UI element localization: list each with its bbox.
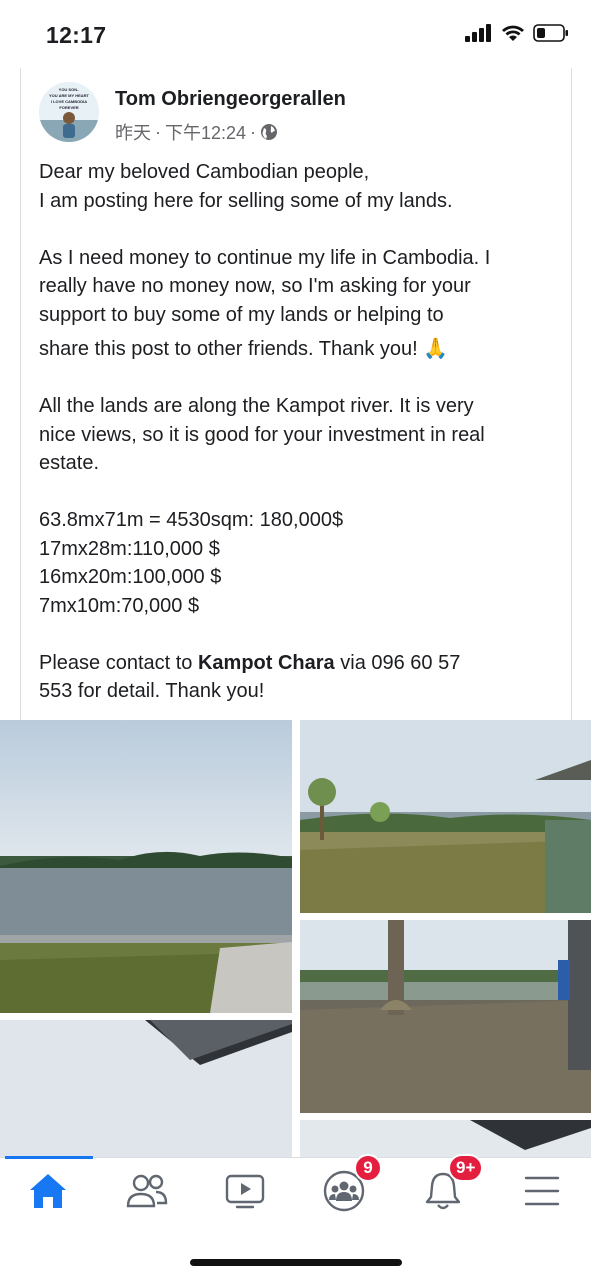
active-tab-indicator [5, 1156, 93, 1159]
post-line: As I need money to continue my life in C… [39, 246, 491, 269]
price-line: 63.8mx71m = 4530sqm: 180,000$ [39, 509, 344, 531]
price-line: 17mx28m:110,000 $ [39, 537, 220, 560]
battery-icon [533, 24, 568, 42]
wifi-icon [502, 25, 524, 41]
contact-line: Please contact to Kampot Chara via 096 6… [39, 649, 559, 678]
meta-separator: · [155, 121, 161, 142]
photo-riverbank-hut[interactable] [300, 720, 591, 913]
tab-groups[interactable]: 9 [309, 1154, 382, 1216]
globe-icon [261, 124, 278, 140]
post-time[interactable]: 下午12:24 [165, 119, 246, 145]
post-text: Dear my beloved Cambodian people, I am p… [39, 158, 559, 734]
contact-name-link[interactable]: Kampot Chara [198, 652, 335, 674]
contact-line: 553 for detail. Thank you! [39, 680, 265, 702]
menu-icon [524, 1176, 560, 1206]
signal-icon [465, 24, 491, 42]
avatar-text-4: FOREVER [59, 105, 78, 110]
status-time: 12:17 [46, 22, 107, 48]
groups-badge: 9 [354, 1154, 382, 1182]
post-line: Dear my beloved Cambodian people, [39, 161, 370, 183]
author-name[interactable]: Tom Obriengeorgerallen [115, 88, 346, 111]
notifications-badge: 9+ [448, 1154, 484, 1182]
tab-watch[interactable] [210, 1166, 280, 1216]
home-indicator[interactable] [190, 1259, 402, 1266]
post-line: share this post to other friends. Thank … [39, 335, 559, 364]
friends-icon [126, 1174, 168, 1208]
avatar[interactable]: YOU SON.. YOU ARE MY HEART I LOVE CAMBOD… [39, 82, 99, 142]
price-line: 16mx20m:100,000 $ [39, 566, 222, 588]
post-line: All the lands are along the Kampot river… [39, 395, 474, 417]
post-line-text: share this post to other friends. Thank … [39, 338, 418, 360]
photo-sky-roof[interactable] [0, 1020, 292, 1157]
avatar-text-2: YOU ARE MY HEART [49, 93, 90, 98]
tab-bar: 9 9+ [0, 1154, 591, 1280]
home-icon [30, 1174, 66, 1208]
avatar-text-1: YOU SON.. [59, 87, 80, 92]
post-date[interactable]: 昨天 [115, 119, 151, 145]
contact-text: via 096 60 57 [334, 651, 461, 674]
video-icon [225, 1174, 265, 1209]
contact-text: Please contact to [39, 651, 198, 674]
meta-separator-2: · [250, 121, 257, 142]
post-line: support to buy some of my lands or helpi… [39, 303, 444, 326]
status-icons [465, 24, 569, 42]
photo-palm-lot[interactable] [300, 920, 591, 1113]
post-card: YOU SON.. YOU ARE MY HEART I LOVE CAMBOD… [20, 68, 572, 720]
tab-menu[interactable] [507, 1166, 577, 1216]
avatar-text-3: I LOVE CAMBODIA [51, 99, 87, 104]
post-line: nice views, so it is good for your inves… [39, 423, 485, 446]
post-line: I am posting here for selling some of my… [39, 189, 453, 212]
price-line: 7mx10m:70,000 $ [39, 594, 200, 617]
tab-friends[interactable] [112, 1166, 182, 1216]
post-meta: 昨天 · 下午12:24 · [115, 119, 278, 145]
photo-grid [0, 720, 591, 1157]
status-bar: 12:17 [0, 0, 591, 66]
folded-hands-emoji: 🙏 [423, 338, 449, 360]
tab-home[interactable] [13, 1166, 83, 1216]
post-line: estate. [39, 452, 100, 474]
photo-river-view[interactable] [0, 720, 292, 1013]
post-line: really have no money now, so I'm asking … [39, 275, 471, 297]
photo-more[interactable] [300, 1120, 591, 1157]
tab-notifications[interactable]: 9+ [408, 1154, 484, 1216]
